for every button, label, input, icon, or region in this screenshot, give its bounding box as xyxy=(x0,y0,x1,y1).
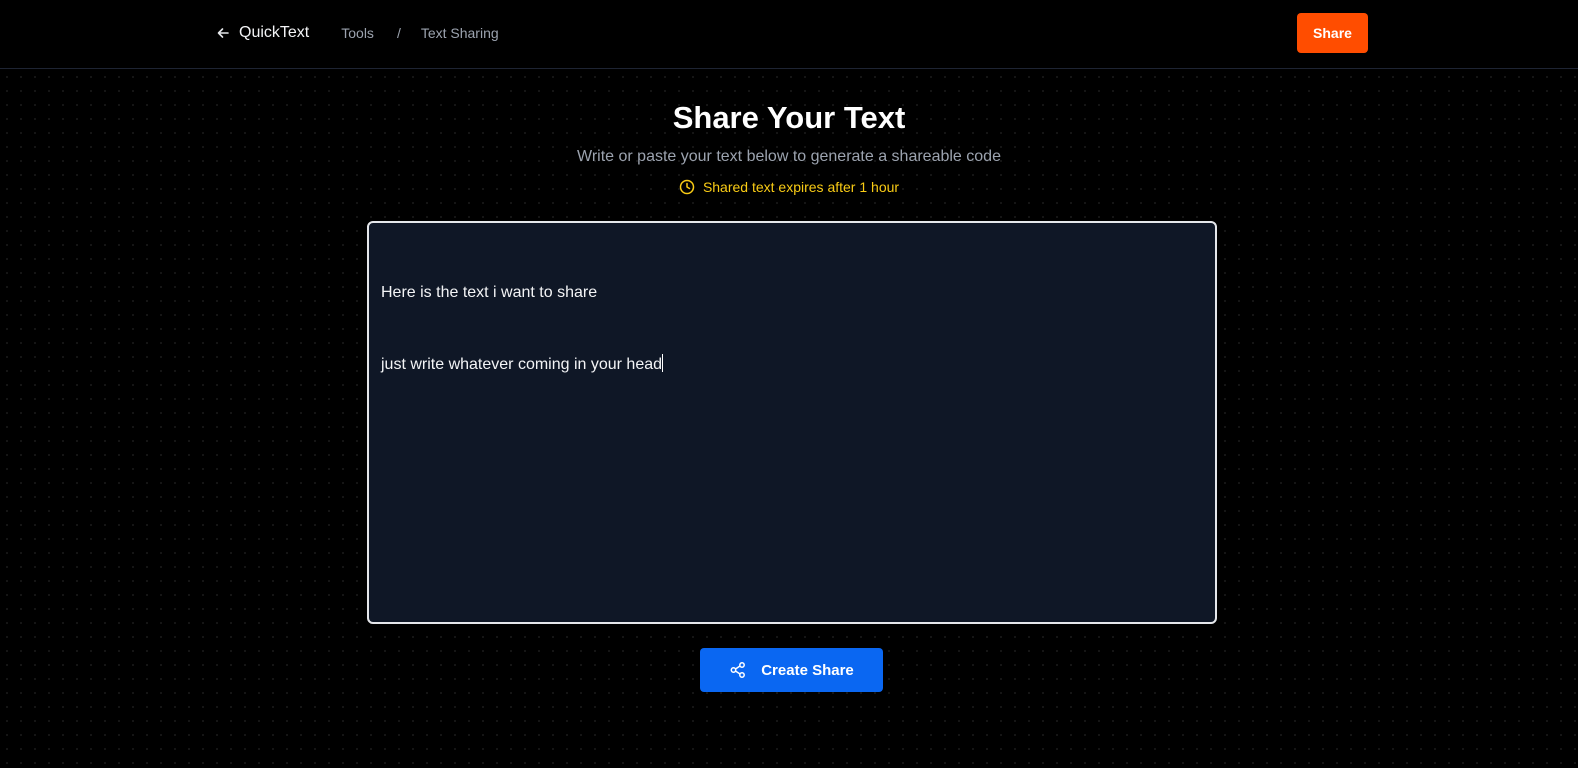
expiry-notice: Shared text expires after 1 hour xyxy=(0,179,1578,195)
brand-name: QuickText xyxy=(239,24,310,41)
create-share-label: Create Share xyxy=(761,661,854,679)
text-editor[interactable]: Here is the text i want to share just wr… xyxy=(367,221,1217,624)
share-button[interactable]: Share xyxy=(1297,13,1368,53)
nav-left: QuickText Tools / Text Sharing xyxy=(216,0,499,66)
share-icon xyxy=(729,661,747,679)
top-navbar: QuickText Tools / Text Sharing Share xyxy=(0,0,1578,69)
editor-line-2-wrap: just write whatever coming in your head xyxy=(381,353,1203,377)
page-subtitle: Write or paste your text below to genera… xyxy=(577,148,1001,165)
editor-line-2: just write whatever coming in your head xyxy=(381,356,663,373)
text-caret xyxy=(662,354,664,372)
page-title: Share Your Text xyxy=(672,100,906,135)
create-share-button[interactable]: Create Share xyxy=(700,648,883,692)
expiry-text: Shared text expires after 1 hour xyxy=(702,179,900,195)
back-home-link[interactable]: QuickText xyxy=(216,24,309,42)
editor-line-1: Here is the text i want to share xyxy=(381,284,598,301)
arrow-left-icon xyxy=(216,26,230,40)
breadcrumb-current: Text Sharing xyxy=(420,25,499,41)
clock-icon xyxy=(679,179,695,195)
breadcrumb-tools[interactable]: Tools xyxy=(341,25,374,41)
breadcrumb-separator: / xyxy=(396,25,401,41)
